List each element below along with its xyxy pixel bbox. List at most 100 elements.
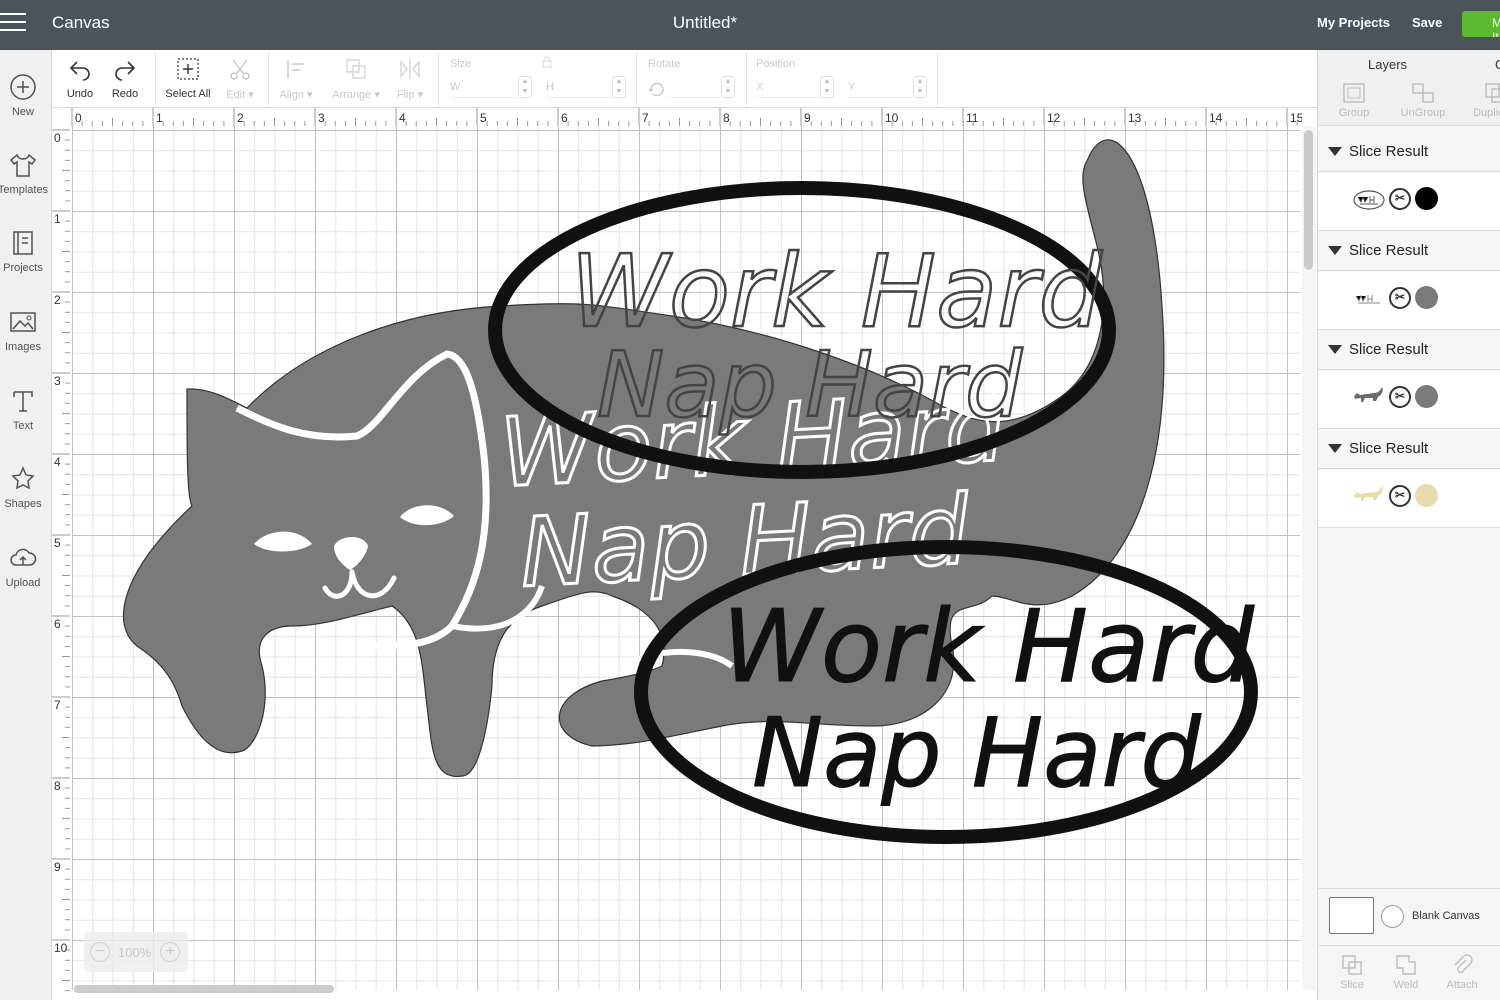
top-bar: Canvas Untitled* My Projects Save Make I… — [0, 0, 1500, 50]
undo-button[interactable]: Undo — [64, 56, 96, 100]
lower-oval-layer[interactable]: Work Hard Nap Hard — [634, 540, 1258, 844]
upper-oval-text-line2: Nap Hard — [597, 333, 1023, 438]
cut-operation-icon[interactable]: ✂ — [1389, 386, 1411, 408]
ruler-label: 11 — [966, 111, 979, 125]
layer-color-swatch[interactable] — [1415, 187, 1438, 210]
cut-operation-icon[interactable]: ✂ — [1389, 287, 1411, 309]
position-label: Position — [756, 58, 796, 70]
projects-icon — [13, 231, 33, 255]
save-button[interactable]: Save — [1412, 15, 1442, 30]
blank-canvas-swatch[interactable] — [1329, 897, 1374, 934]
ruler-label: 2 — [54, 293, 61, 307]
layer-group-header[interactable]: Slice Result — [1318, 429, 1500, 469]
horizontal-scrollbar[interactable] — [72, 983, 1300, 995]
redo-icon — [115, 61, 136, 81]
layer-row[interactable]: ✂ — [1318, 470, 1500, 528]
sidebar-item-upload[interactable]: Upload — [0, 543, 51, 589]
zoom-in-button[interactable]: + — [160, 942, 180, 962]
arrange-icon — [346, 59, 366, 79]
select-all-icon — [177, 58, 199, 80]
horizontal-scrollbar-thumb[interactable] — [74, 985, 334, 993]
color-sync-tab[interactable]: C — [1495, 57, 1500, 72]
design-artwork[interactable]: Work Hard Nap Hard Work Hard Nap Hard Wo… — [72, 126, 1300, 990]
collapse-triangle-icon[interactable] — [1328, 345, 1342, 354]
ruler-label: 15 — [1290, 111, 1302, 125]
width-field-label: W — [450, 81, 461, 93]
toolbar-divider — [438, 52, 439, 106]
tshirt-icon — [9, 153, 37, 177]
select-all-button[interactable]: Select All — [162, 56, 214, 100]
slice-label: Slice — [1340, 979, 1364, 991]
sidebar-item-label: Images — [4, 341, 42, 353]
toolbar-divider — [937, 52, 938, 106]
position-x-field[interactable]: X — [756, 76, 820, 98]
layer-group-header[interactable]: Slice Result — [1318, 231, 1500, 271]
my-projects-link[interactable]: My Projects — [1317, 15, 1390, 30]
layer-row[interactable]: ✂ — [1318, 371, 1500, 429]
rotate-field[interactable] — [668, 76, 720, 98]
position-y-stepper[interactable]: ▲ ▼ — [913, 76, 927, 98]
upload-cloud-icon — [10, 548, 37, 566]
redo-button[interactable]: Redo — [109, 56, 141, 100]
layer-group-header[interactable]: Slice Result — [1318, 132, 1500, 172]
edit-dropdown-chevron-icon: ▾ — [245, 89, 254, 101]
collapse-triangle-icon[interactable] — [1328, 147, 1342, 156]
ruler-label: 4 — [54, 455, 61, 469]
layer-row[interactable]: ✂ — [1318, 272, 1500, 330]
collapse-triangle-icon[interactable] — [1328, 444, 1342, 453]
layer-color-swatch[interactable] — [1415, 484, 1438, 507]
sidebar-item-templates[interactable]: Templates — [0, 150, 51, 196]
position-y-field[interactable]: Y — [848, 76, 912, 98]
blank-canvas-visibility-toggle[interactable] — [1381, 905, 1404, 928]
ruler-label: 9 — [804, 111, 811, 125]
rotate-stepper[interactable]: ▲ ▼ — [721, 76, 735, 98]
blank-canvas-row[interactable]: Blank Canvas — [1318, 888, 1500, 944]
undo-icon — [69, 61, 90, 81]
weld-button[interactable]: Weld — [1386, 954, 1426, 991]
sidebar-item-shapes[interactable]: Shapes — [0, 464, 51, 510]
sidebar-item-images[interactable]: Images — [0, 307, 51, 353]
sidebar-item-projects[interactable]: Projects — [0, 228, 51, 274]
zoom-out-button[interactable]: − — [90, 942, 110, 962]
zoom-level: 100% — [118, 945, 152, 960]
width-field[interactable]: W — [450, 76, 518, 98]
edit-menu-button[interactable]: Edit ▾ — [222, 56, 258, 101]
layer-color-swatch[interactable] — [1415, 286, 1438, 309]
sidebar-item-text[interactable]: Text — [0, 386, 51, 432]
cut-operation-icon[interactable]: ✂ — [1389, 188, 1411, 210]
duplicate-button[interactable]: Duplicate — [1466, 82, 1500, 119]
align-menu-button[interactable]: Align ▾ — [274, 56, 318, 101]
attach-button[interactable]: Attach — [1440, 954, 1484, 991]
document-title[interactable]: Untitled* — [0, 13, 1410, 33]
flip-menu-button[interactable]: Flip ▾ — [392, 56, 428, 101]
ungroup-icon — [1412, 83, 1434, 103]
vertical-ruler: 0 1 2 3 4 5 6 7 8 9 10 — [52, 126, 70, 1000]
toolbar-divider — [746, 52, 747, 106]
layer-group-header[interactable]: Slice Result — [1318, 330, 1500, 370]
layer-color-swatch[interactable] — [1415, 385, 1438, 408]
sidebar-item-label: New — [11, 106, 34, 118]
height-field[interactable]: H — [546, 76, 612, 98]
arrange-menu-button[interactable]: Arrange ▾ — [326, 56, 386, 101]
image-icon — [10, 312, 36, 332]
toolbar-divider — [155, 52, 156, 106]
ruler-label: 3 — [318, 111, 325, 125]
collapse-triangle-icon[interactable] — [1328, 246, 1342, 255]
toolbar-divider — [636, 52, 637, 106]
make-it-button[interactable]: Make It — [1462, 11, 1500, 37]
vertical-scrollbar[interactable] — [1302, 126, 1316, 990]
layers-tab[interactable]: Layers — [1368, 57, 1407, 72]
ungroup-button[interactable]: UnGroup — [1398, 82, 1448, 119]
ruler-label: 6 — [561, 111, 568, 125]
cut-operation-icon[interactable]: ✂ — [1389, 485, 1411, 507]
height-stepper[interactable]: ▲ ▼ — [612, 76, 626, 98]
upper-oval-layer[interactable]: Work Hard Nap Hard — [488, 181, 1116, 479]
width-stepper[interactable]: ▲ ▼ — [518, 76, 532, 98]
position-x-stepper[interactable]: ▲ ▼ — [820, 76, 834, 98]
layer-row[interactable]: ✂ — [1318, 173, 1500, 231]
group-button[interactable]: Group — [1334, 82, 1374, 119]
slice-button[interactable]: Slice — [1332, 954, 1372, 991]
vertical-scrollbar-thumb[interactable] — [1304, 130, 1313, 270]
lock-icon[interactable] — [541, 56, 553, 68]
sidebar-item-new[interactable]: New — [0, 72, 51, 118]
